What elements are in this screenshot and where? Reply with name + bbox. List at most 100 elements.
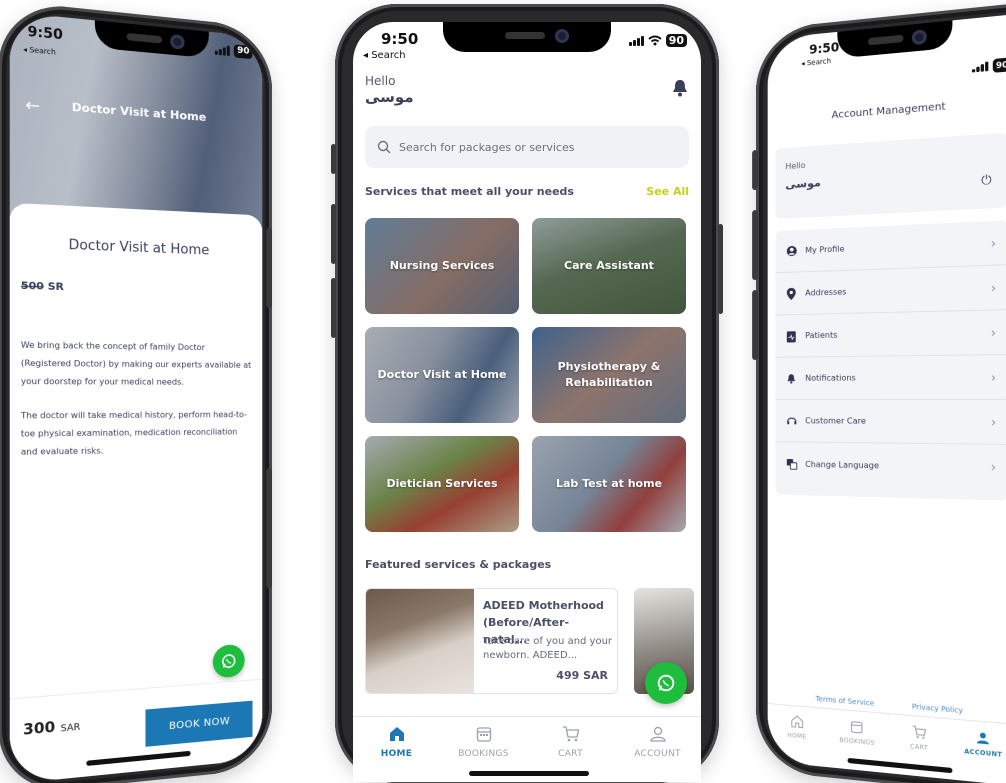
back-to-search-link[interactable]: ◂ Search (801, 57, 831, 68)
menu-label: Notifications (805, 373, 856, 383)
menu-item-change-language[interactable]: Change Language › (776, 442, 1006, 490)
center-phone: 9:50 ◂ Search 90 Hello موسى Services tha… (331, 4, 723, 783)
cart-icon (562, 726, 579, 742)
service-tile-dietician[interactable]: Dietician Services (365, 436, 519, 532)
signal-icon (215, 44, 231, 56)
featured-card[interactable]: ADEED Motherhood (Before/After-natal... … (365, 588, 618, 694)
power-icon[interactable]: ⏻ (981, 172, 991, 189)
service-tile-label: Physiotherapy & Rehabilitation (557, 360, 661, 389)
account-menu: My Profile › Addresses › Patients › Noti… (775, 220, 1006, 501)
bookings-icon (476, 727, 491, 742)
chevron-right-icon: › (990, 324, 997, 340)
greeting-label: Hello (365, 74, 396, 88)
menu-label: My Profile (805, 244, 845, 256)
old-price-value: 500 (20, 280, 44, 293)
service-tile-label: Care Assistant (564, 259, 654, 272)
service-tile-lab-test[interactable]: Lab Test at home (532, 436, 686, 532)
bookings-icon (850, 719, 864, 735)
tab-label: BOOKINGS (839, 736, 875, 748)
battery-icon: 90 (992, 57, 1006, 73)
service-tile-label: Doctor Visit at Home (377, 368, 507, 381)
see-all-link[interactable]: See All (646, 185, 689, 198)
total-currency: SAR (60, 722, 81, 735)
service-tile-label: Nursing Services (389, 259, 495, 272)
privacy-policy-link[interactable]: Privacy Policy (912, 703, 963, 716)
whatsapp-button[interactable] (645, 662, 687, 704)
chevron-right-icon: › (990, 414, 997, 430)
account-icon (649, 726, 666, 742)
page-title: Account Management (831, 101, 946, 122)
tab-label: HOME (380, 749, 413, 759)
services-section-title: Services that meet all your needs (365, 185, 574, 198)
user-card: Hello موسى ⏻ (775, 132, 1006, 220)
left-side-button (266, 227, 272, 308)
terms-of-service-link[interactable]: Terms of Service (815, 695, 874, 708)
menu-label: Patients (805, 330, 838, 341)
menu-label: Change Language (805, 459, 880, 470)
center-power-button (718, 224, 723, 314)
service-title: Doctor Visit at Home (68, 237, 210, 259)
featured-description: Take care of you and your newborn. ADEED… (483, 636, 613, 661)
status-time: 9:50 (809, 39, 840, 58)
tab-label: HOME (787, 731, 807, 741)
description-2: The doctor will take medical history, pe… (20, 410, 247, 457)
notch (443, 22, 611, 52)
location-icon (785, 287, 797, 300)
user-name: موسى (365, 88, 414, 106)
signal-icon (628, 35, 644, 46)
search-bar[interactable] (365, 126, 689, 168)
right-screen: 9:50 ◂ Search 90 Account Management Hell… (767, 14, 1006, 783)
profile-icon (785, 245, 797, 258)
tab-label: ACCOUNT (634, 749, 681, 759)
tab-home[interactable]: HOME (768, 704, 827, 767)
status-icons: 90 (971, 57, 1006, 74)
right-side-button (752, 149, 758, 191)
chevron-right-icon: › (990, 459, 997, 475)
featured-section-title: Featured services & packages (365, 558, 552, 571)
book-now-button[interactable]: BOOK NOW (145, 700, 253, 747)
bell-icon[interactable] (671, 78, 689, 98)
tab-home[interactable]: HOME (353, 717, 440, 782)
center-side-button (331, 144, 336, 174)
patients-icon (785, 330, 797, 343)
menu-label: Customer Care (805, 416, 866, 426)
menu-label: Addresses (805, 287, 847, 298)
home-indicator (469, 771, 589, 776)
cart-icon (912, 724, 927, 739)
back-to-search-link[interactable]: ◂ Search (363, 50, 406, 61)
service-tile-care-assistant[interactable]: Care Assistant (532, 218, 686, 314)
right-volume-up (752, 209, 758, 281)
tab-account[interactable]: ACCOUNT (951, 719, 1006, 783)
tab-account[interactable]: ACCOUNT (614, 717, 701, 782)
featured-image (366, 589, 474, 693)
left-screen: 9:50 ◂ Search 90 ← Doctor Visit at Home … (9, 11, 263, 783)
wifi-icon (648, 35, 662, 46)
booking-bar: 300 SAR BOOK NOW (9, 678, 263, 783)
service-tile-label: Lab Test at home (555, 477, 663, 490)
search-input[interactable] (399, 140, 659, 154)
menu-item-patients[interactable]: Patients › (775, 310, 1006, 358)
service-tile-physiotherapy[interactable]: Physiotherapy & Rehabilitation (532, 327, 686, 423)
left-side-button-2 (266, 468, 272, 589)
menu-item-notifications[interactable]: Notifications › (775, 355, 1006, 400)
signal-icon (971, 61, 989, 73)
tab-label: BOOKINGS (458, 749, 509, 759)
service-tile-nursing[interactable]: Nursing Services (365, 218, 519, 314)
home-icon (790, 714, 804, 729)
menu-item-addresses[interactable]: Addresses › (775, 265, 1006, 316)
account-icon (977, 732, 990, 745)
center-volume-up (331, 204, 336, 264)
home-icon (389, 727, 404, 741)
battery-icon: 90 (665, 34, 687, 47)
left-phone: 9:50 ◂ Search 90 ← Doctor Visit at Home … (0, 0, 273, 783)
featured-price: 499 SAR (556, 669, 608, 682)
service-tile-doctor-visit[interactable]: Doctor Visit at Home (365, 327, 519, 423)
center-screen: 9:50 ◂ Search 90 Hello موسى Services tha… (353, 22, 701, 782)
total-price: 300 SAR (23, 717, 80, 739)
notch (837, 20, 953, 59)
total-amount: 300 (23, 719, 56, 739)
menu-item-customer-care[interactable]: Customer Care › (775, 400, 1006, 445)
menu-item-my-profile[interactable]: My Profile › (775, 220, 1006, 274)
status-time: 9:50 (27, 24, 63, 44)
tab-label: ACCOUNT (964, 747, 1003, 759)
